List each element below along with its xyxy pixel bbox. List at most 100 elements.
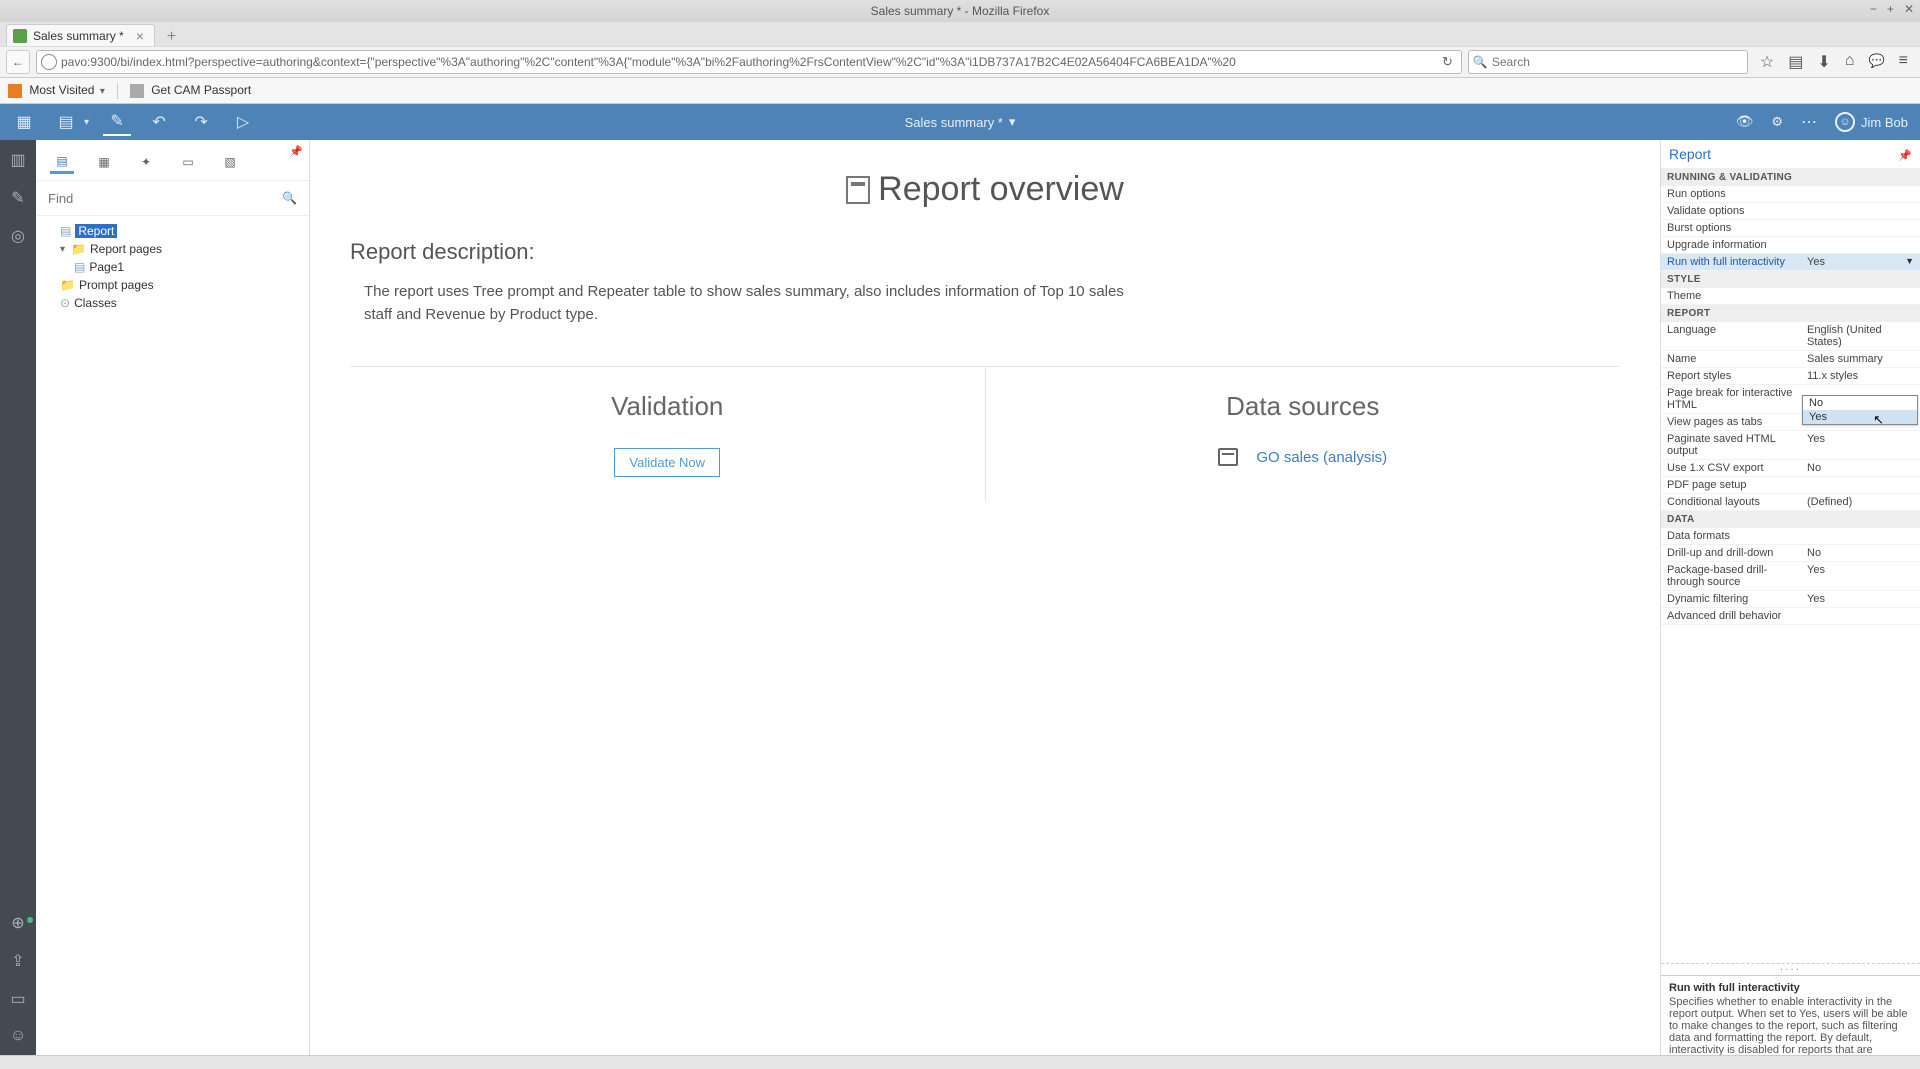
minimize-icon[interactable]: − — [1870, 2, 1877, 16]
tree-report-label: Report — [75, 224, 117, 238]
prop-validate-options[interactable]: Validate options — [1661, 203, 1920, 220]
save-button[interactable] — [52, 108, 80, 136]
panel-tab-variables-icon[interactable]: ▧ — [218, 150, 242, 174]
redo-button[interactable] — [187, 108, 215, 136]
tree-classes[interactable]: ⊙ Classes — [60, 294, 299, 312]
rail-toolbox-icon[interactable]: ✎ — [11, 188, 24, 208]
prop-report-styles[interactable]: Report styles11.x styles — [1661, 368, 1920, 385]
page-icon: ▤ — [74, 260, 85, 274]
help-resize-handle[interactable]: ···· — [1661, 963, 1920, 975]
browser-tab[interactable]: Sales summary * × — [6, 24, 155, 46]
home-icon[interactable] — [1845, 52, 1855, 72]
validate-now-button[interactable]: Validate Now — [614, 448, 720, 477]
prop-upgrade-info[interactable]: Upgrade information — [1661, 237, 1920, 254]
reload-icon[interactable]: ↻ — [1438, 54, 1457, 70]
dropdown-option-no[interactable]: No — [1803, 396, 1917, 410]
section-data: DATA — [1661, 511, 1920, 528]
folder-orange-icon — [8, 84, 22, 98]
bookmark-get-cam[interactable]: Get CAM Passport — [130, 83, 251, 98]
pin-icon[interactable] — [289, 144, 303, 158]
settings-sliders-icon[interactable] — [1771, 113, 1783, 131]
search-bar[interactable] — [1468, 50, 1748, 74]
prop-drill-updown[interactable]: Drill-up and drill-downNo — [1661, 545, 1920, 562]
tree-report-root[interactable]: ▤ Report — [60, 222, 299, 240]
datasources-heading: Data sources — [1016, 391, 1591, 422]
find-icon[interactable] — [282, 189, 297, 207]
user-name: Jim Bob — [1861, 115, 1908, 130]
prop-run-options[interactable]: Run options — [1661, 186, 1920, 203]
preview-icon[interactable] — [1736, 113, 1754, 131]
prop-run-interactivity[interactable]: Run with full interactivity Yes▼ — [1661, 254, 1920, 271]
edit-mode-button[interactable] — [103, 108, 131, 136]
prop-dyn-filter[interactable]: Dynamic filteringYes — [1661, 591, 1920, 608]
new-tab-button[interactable]: + — [163, 28, 180, 46]
window-title: Sales summary * - Mozilla Firefox — [871, 4, 1050, 18]
pin-icon[interactable] — [1898, 146, 1912, 162]
prop-pdf-setup[interactable]: PDF page setup — [1661, 477, 1920, 494]
back-button[interactable]: ← — [6, 50, 30, 74]
downloads-icon[interactable] — [1817, 52, 1830, 72]
document-title: Sales summary * — [905, 115, 1003, 130]
document-title-menu[interactable]: Sales summary * ▾ — [905, 114, 1016, 130]
interactivity-dropdown[interactable]: No Yes — [1802, 395, 1918, 425]
prop-theme[interactable]: Theme — [1661, 288, 1920, 305]
dropdown-arrow-icon[interactable]: ▼ — [1905, 256, 1914, 266]
bookmark-star-icon[interactable] — [1760, 52, 1774, 72]
section-style: STYLE — [1661, 271, 1920, 288]
main-canvas: Report overview Report description: The … — [310, 140, 1660, 1055]
maximize-icon[interactable]: + — [1887, 2, 1894, 16]
tab-label: Sales summary * — [33, 29, 124, 43]
hamburger-menu-icon[interactable] — [1899, 52, 1908, 72]
url-text: pavo:9300/bi/index.html?perspective=auth… — [61, 55, 1438, 69]
tree-label: Report pages — [90, 242, 162, 256]
prop-csv-export[interactable]: Use 1.x CSV exportNo — [1661, 460, 1920, 477]
tab-close-icon[interactable]: × — [136, 28, 144, 44]
horizontal-scrollbar[interactable] — [0, 1055, 1920, 1069]
rail-profile-icon[interactable]: ☺ — [10, 1027, 26, 1045]
bookmarks-icon[interactable] — [1788, 52, 1803, 72]
prop-paginate-html[interactable]: Paginate saved HTML outputYes — [1661, 431, 1920, 460]
rail-upload-icon[interactable]: ⇪ — [11, 951, 24, 971]
close-window-icon[interactable]: ✕ — [1904, 2, 1914, 16]
app-switcher-icon[interactable] — [10, 108, 38, 136]
rail-data-icon[interactable]: ▥ — [10, 150, 25, 170]
rail-add-icon[interactable]: ⊕ — [11, 913, 24, 933]
dropdown-option-yes[interactable]: Yes — [1803, 410, 1917, 424]
prop-cond-layouts[interactable]: Conditional layouts(Defined) — [1661, 494, 1920, 511]
find-input[interactable] — [48, 191, 282, 206]
browser-toolbar: ← pavo:9300/bi/index.html?perspective=au… — [0, 46, 1920, 78]
undo-button[interactable] — [145, 108, 173, 136]
prop-burst-options[interactable]: Burst options — [1661, 220, 1920, 237]
rail-compass-icon[interactable]: ◎ — [11, 226, 25, 246]
prop-name[interactable]: NameSales summary — [1661, 351, 1920, 368]
tree-label: Classes — [74, 296, 117, 310]
panel-tab-conditions-icon[interactable]: ✦ — [134, 150, 158, 174]
search-input[interactable] — [1492, 55, 1743, 69]
page-grey-icon — [130, 84, 144, 98]
panel-tab-classes-icon[interactable]: ▭ — [176, 150, 200, 174]
report-description-label: Report description: — [350, 239, 1620, 265]
chat-icon[interactable] — [1868, 52, 1884, 72]
tree-label: Page1 — [89, 260, 124, 274]
tree-page1[interactable]: ▤ Page1 — [74, 258, 299, 276]
panel-tab-queries-icon[interactable]: ▦ — [92, 150, 116, 174]
prop-pkg-drill[interactable]: Package-based drill-through sourceYes — [1661, 562, 1920, 591]
prop-language[interactable]: LanguageEnglish (United States) — [1661, 322, 1920, 351]
prop-data-formats[interactable]: Data formats — [1661, 528, 1920, 545]
bookmark-most-visited[interactable]: Most Visited ▾ — [8, 83, 105, 98]
tree-report-pages[interactable]: ▾ 📁 Report pages — [60, 240, 299, 258]
properties-panel: Report RUNNING & VALIDATING Run options … — [1660, 140, 1920, 1055]
prop-adv-drill[interactable]: Advanced drill behavior — [1661, 608, 1920, 625]
datasource-link[interactable]: GO sales (analysis) — [1256, 449, 1387, 466]
tree-prompt-pages[interactable]: 📁 Prompt pages — [60, 276, 299, 294]
panel-tab-pages-icon[interactable]: ▤ — [50, 150, 74, 174]
validation-section: Validation Validate Now — [350, 367, 985, 501]
rail-monitor-icon[interactable]: ▭ — [10, 989, 25, 1009]
caret-down-icon: ▾ — [60, 244, 65, 255]
address-bar[interactable]: pavo:9300/bi/index.html?perspective=auth… — [36, 50, 1462, 74]
report-overview-icon — [846, 176, 870, 204]
run-button[interactable] — [229, 108, 257, 136]
user-menu[interactable]: ☺ Jim Bob — [1835, 112, 1908, 132]
bookmark-separator — [117, 83, 118, 99]
more-icon[interactable] — [1801, 112, 1817, 132]
